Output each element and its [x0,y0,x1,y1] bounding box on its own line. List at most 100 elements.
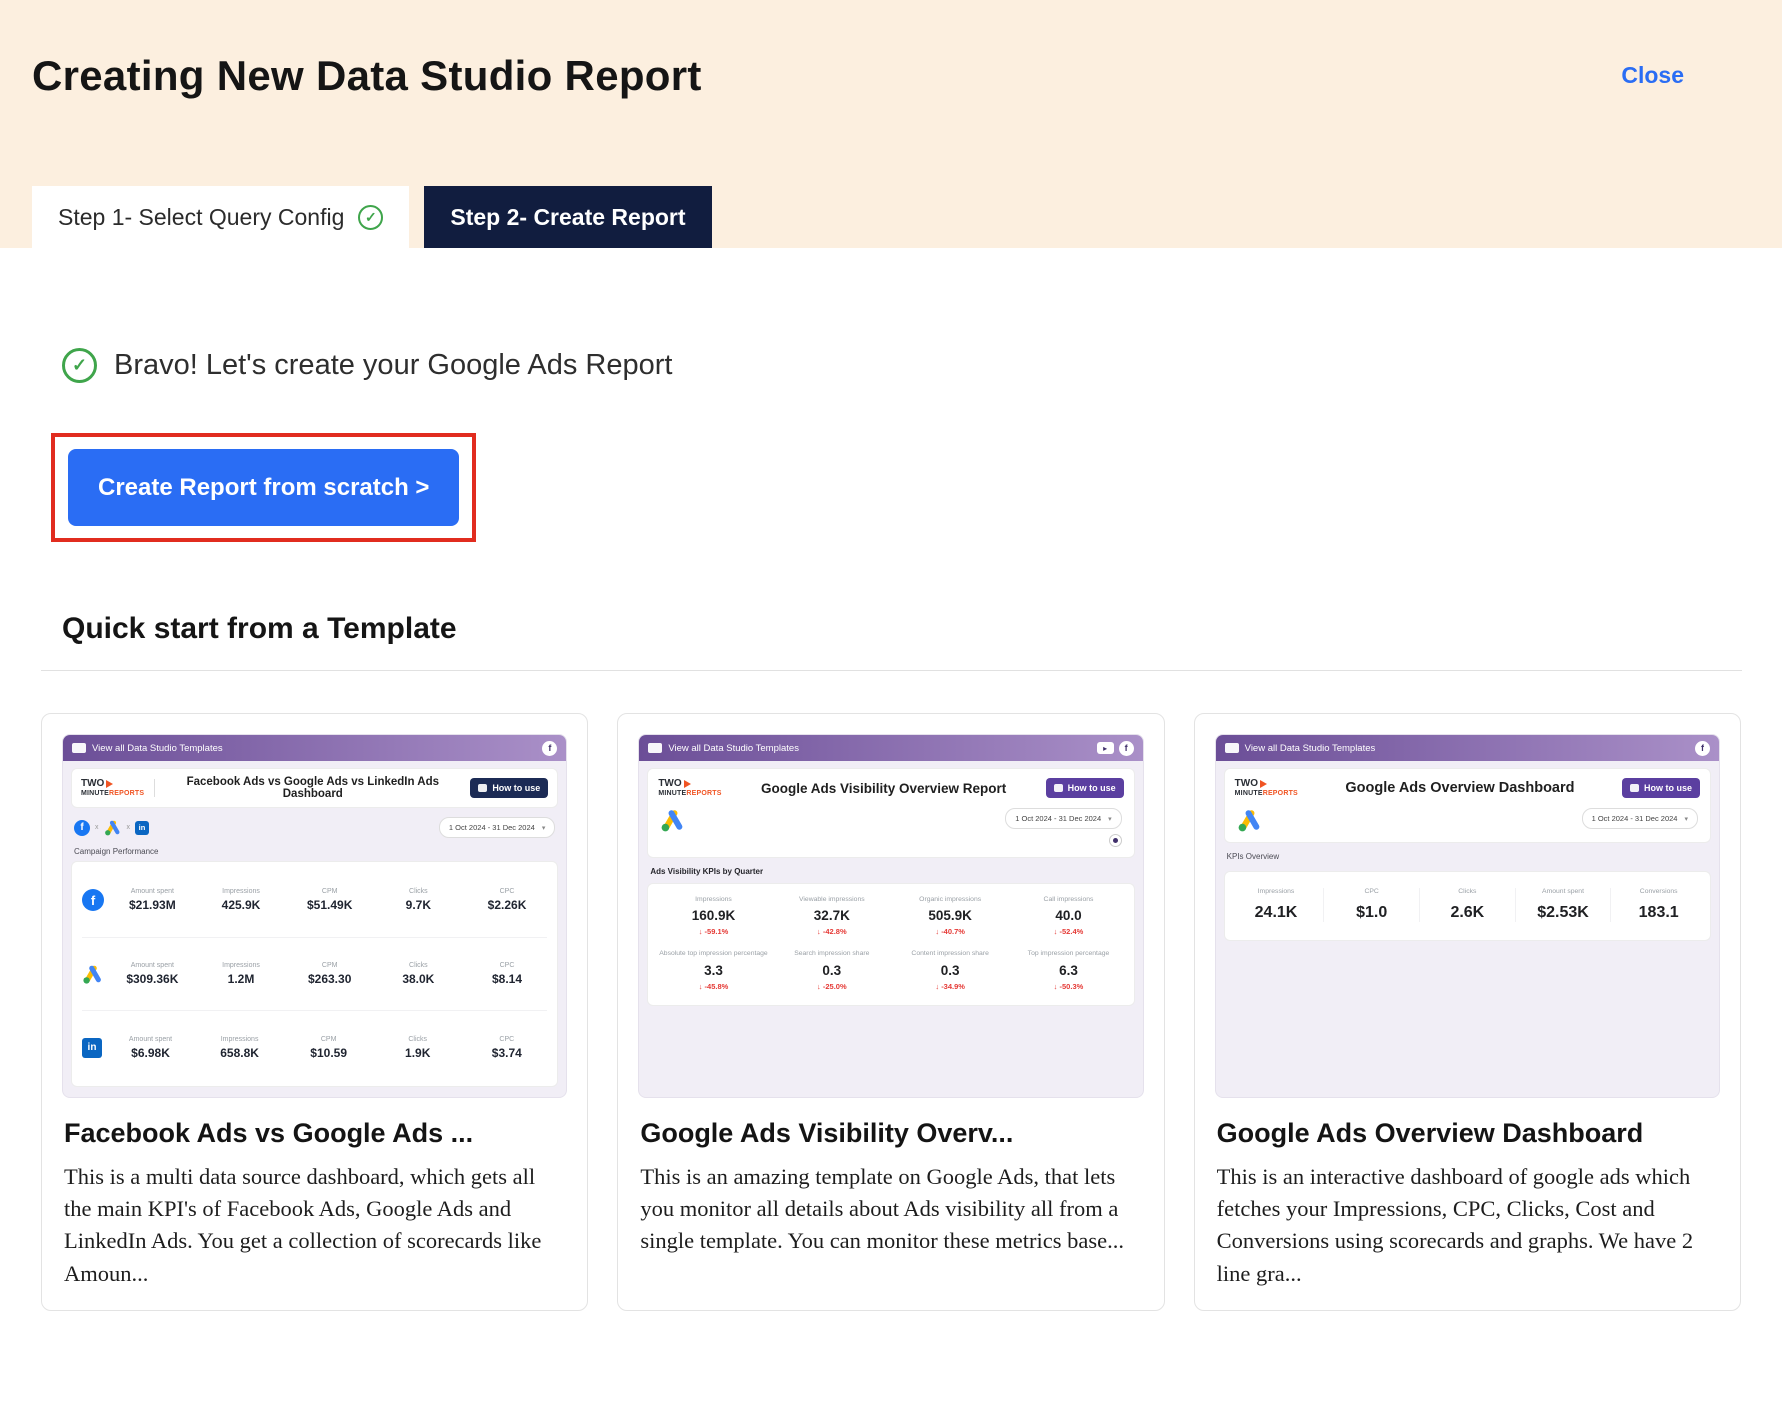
linkedin-icon: in [135,821,149,835]
kpi-cell: Search impression share0.3↓ -25.0% [773,950,891,990]
chevron-down-icon: ▾ [542,824,546,832]
template-card-google-ads-overview[interactable]: View all Data Studio Templates f TWO MIN… [1194,713,1741,1311]
kpi-cell: Organic impressions505.9K↓ -40.7% [891,896,1009,936]
book-icon [1054,784,1063,792]
google-ads-icon [660,808,686,832]
tab-step2-create-report[interactable]: Step 2- Create Report [424,186,711,248]
circle-badge-icon [1109,834,1122,847]
metric-label: Amount spent [129,1036,172,1043]
kpi-delta: ↓ -59.1% [699,927,729,936]
template-title: Google Ads Overview Dashboard [1217,1118,1718,1149]
metric-value: $309.36K [126,972,178,986]
mini-dashboard-header: TWO MINUTEREPORTS Facebook Ads vs Google… [71,768,558,808]
close-button[interactable]: Close [1621,62,1684,89]
tab-step1-select-query-config[interactable]: Step 1- Select Query Config ✓ [32,186,409,248]
kpi-label: Viewable impressions [799,896,865,904]
create-report-from-scratch-button[interactable]: Create Report from scratch > [68,449,459,526]
logo-wedge-icon [106,780,113,788]
templates-grid-icon [72,743,86,753]
date-range-picker: 1 Oct 2024 - 31 Dec 2024 ▾ [1582,808,1698,829]
modal-header: Creating New Data Studio Report Close St… [0,0,1782,248]
kpi-delta-value: -45.8% [705,982,729,991]
how-to-use-label: How to use [1068,783,1116,793]
kpi-label: Content impression share [911,950,988,958]
page-title: Creating New Data Studio Report [32,52,702,100]
metric-cell: CPM$51.49K [289,888,370,912]
creating-report-modal: Creating New Data Studio Report Close St… [0,0,1782,1412]
kpi-value: $2.53K [1537,904,1589,922]
date-range-label: 1 Oct 2024 - 31 Dec 2024 [1592,814,1678,823]
facebook-icon: f [74,820,90,836]
kpi-value: 3.3 [704,963,723,978]
date-range-picker: 1 Oct 2024 - 31 Dec 2024 ▾ [1005,808,1121,829]
linkedin-icon: in [82,1038,102,1058]
kpi-cell: CPC$1.0 [1323,888,1419,922]
template-description: This is a multi data source dashboard, w… [64,1161,565,1290]
kpi-label: Impressions [695,896,732,904]
how-to-use-label: How to use [1644,783,1692,793]
kpi-label: CPC [1364,888,1378,896]
date-range-label: 1 Oct 2024 - 31 Dec 2024 [1015,814,1101,823]
metric-label: CPC [500,962,515,969]
metric-label: CPC [500,888,515,895]
logo-line2b: REPORTS [109,790,144,797]
kpi-label: Conversions [1640,888,1678,896]
x-separator: x [95,824,99,831]
kpi-delta: ↓ -50.3% [1054,982,1084,991]
kpi-value: 32.7K [814,908,850,923]
campaign-row: fAmount spent$21.93MImpressions425.9KCPM… [82,864,547,938]
kpi-value: 24.1K [1255,904,1298,922]
kpi-cell: Absolute top impression percentage3.3↓ -… [654,950,772,990]
template-card-facebook-google-linkedin[interactable]: View all Data Studio Templates f TWO MIN… [41,713,588,1311]
metric-cell: Clicks38.0K [378,962,459,986]
kpi-label: Call impressions [1044,896,1094,904]
template-thumbnail: View all Data Studio Templates ▸ f TWO M… [638,734,1143,1098]
date-range-label: 1 Oct 2024 - 31 Dec 2024 [449,823,535,832]
success-check-icon: ✓ [62,348,97,383]
metric-label: CPM [322,888,338,895]
metric-cell: Impressions658.8K [199,1036,280,1060]
metric-value: $3.74 [492,1046,522,1060]
facebook-icon: f [542,741,557,756]
mini-dashboard-title: Google Ads Visibility Overview Report [730,781,1038,796]
kpi-cell: Clicks2.6K [1419,888,1515,922]
book-icon [478,784,487,792]
kpi-cell: Impressions24.1K [1229,888,1324,922]
mini-dashboard-title: Google Ads Overview Dashboard [1306,780,1614,796]
metric-value: 9.7K [406,898,431,912]
metric-value: $8.14 [492,972,522,986]
kpi-delta: ↓ -45.8% [699,982,729,991]
kpi-cell: Amount spent$2.53K [1515,888,1611,922]
two-minute-reports-logo: TWO MINUTEREPORTS [658,779,721,797]
metric-cell: Amount spent$21.93M [112,888,193,912]
how-to-use-button: How to use [470,778,548,798]
how-to-use-button: How to use [1046,778,1124,798]
kpi-value: 0.3 [941,963,960,978]
success-message: ✓ Bravo! Let's create your Google Ads Re… [62,348,1782,383]
topbar-label: View all Data Studio Templates [668,743,799,754]
google-ads-icon [1237,808,1263,832]
metric-label: Impressions [222,962,260,969]
x-separator: x [127,824,131,831]
google-ads-icon [104,819,122,836]
facebook-icon: f [1119,741,1134,756]
thumbnail-topbar: View all Data Studio Templates f [1216,735,1719,761]
template-cards: View all Data Studio Templates f TWO MIN… [41,713,1741,1311]
youtube-icon: ▸ [1097,742,1114,754]
kpi-label: Search impression share [794,950,869,958]
logo-line2a: MINUTE [658,790,686,797]
metric-label: CPC [499,1036,514,1043]
metric-cell: Clicks 9.7K [378,888,459,912]
kpi-value: 0.3 [822,963,841,978]
metric-label: Clicks [409,888,428,895]
metric-value: $10.59 [310,1046,347,1060]
kpi-cell: Impressions160.9K↓ -59.1% [654,896,772,936]
template-card-google-ads-visibility[interactable]: View all Data Studio Templates ▸ f TWO M… [617,713,1164,1311]
templates-grid-icon [648,743,662,753]
mini-dashboard-title: Facebook Ads vs Google Ads vs LinkedIn A… [163,776,462,800]
metric-value: $2.26K [488,898,527,912]
metric-value: $263.30 [308,972,351,986]
metric-value: $21.93M [129,898,176,912]
metric-value: 1.9K [405,1046,430,1060]
campaign-row: Amount spent$309.36KImpressions1.2MCPM$2… [82,938,547,1012]
